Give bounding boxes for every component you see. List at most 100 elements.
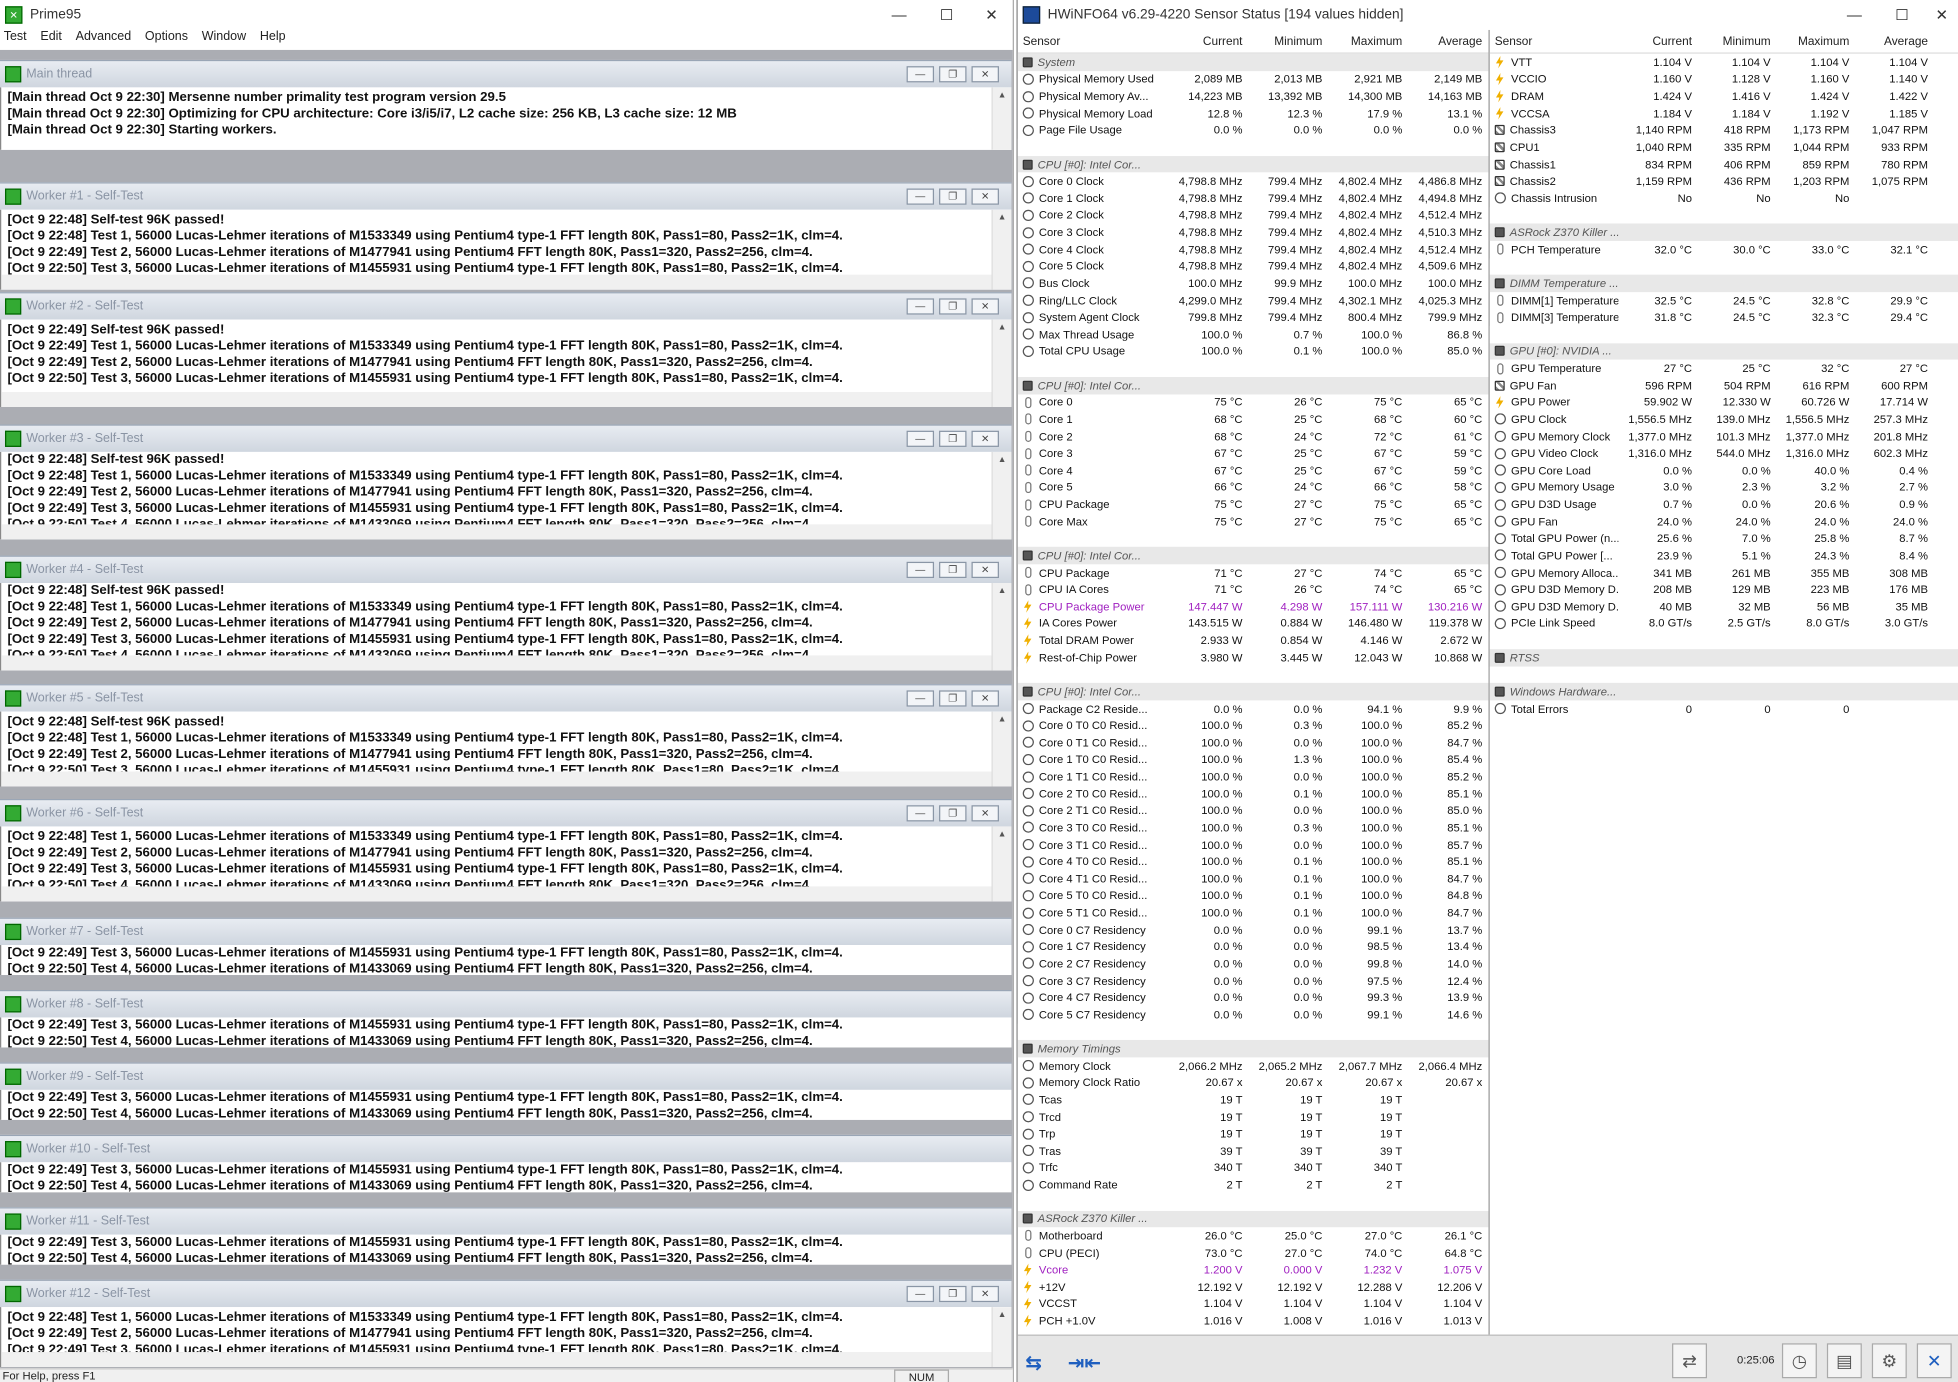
sensor-row[interactable]: Core 4 T1 C0 Resid... 100.0 % 0.1 % 100.0 %… — [1018, 870, 1489, 887]
sensor-row[interactable]: Trcd 19 T 19 T 19 T — [1018, 1108, 1489, 1125]
sensor-group-header[interactable]: ASRock Z370 Killer ... — [1017, 1210, 1489, 1228]
sensor-row[interactable]: CPU Package 71 °C 27 °C 74 °C 65 °C — [1018, 564, 1489, 581]
sensor-row[interactable]: Core 5 T0 C0 Resid... 100.0 % 0.1 % 100.0 %… — [1018, 887, 1489, 904]
sensor-row[interactable]: IA Cores Power 143.515 W 0.884 W 146.480 W 1… — [1018, 615, 1489, 632]
sensor-row[interactable]: Total Errors 0 0 0 — [1490, 700, 1958, 717]
worker-window[interactable]: Worker #8 - Self-Test [Oct 9 22:49] Test … — [0, 989, 1012, 1048]
sensor-row[interactable]: Trfc 340 T 340 T 340 T — [1018, 1159, 1489, 1176]
worker-titlebar[interactable]: Worker #7 - Self-Test — [0, 917, 1012, 946]
worker-titlebar[interactable]: Worker #5 - Self-Test — ❐ ✕ — [0, 684, 1012, 712]
column-header[interactable]: Sensor Current Minimum Maximum Average — [1489, 30, 1958, 54]
sensor-group-header[interactable]: ASRock Z370 Killer ... — [1489, 223, 1958, 241]
sensor-row[interactable]: Total DRAM Power 2.933 W 0.854 W 4.146 W 2.6… — [1018, 632, 1489, 649]
child-restore-icon[interactable]: ❐ — [939, 66, 967, 83]
sensor-row[interactable]: GPU D3D Usage 0.7 % 0.0 % 20.6 % 0.9 % — [1490, 496, 1958, 513]
sensor-row[interactable]: Memory Clock Ratio 20.67 x 20.67 x 20.67 x 2… — [1018, 1074, 1489, 1091]
sensor-row[interactable]: Core 4 T0 C0 Resid... 100.0 % 0.1 % 100.0 %… — [1018, 853, 1489, 870]
arrows-collapse-icon[interactable]: ⇥⇤ — [1068, 1351, 1101, 1376]
child-close-icon[interactable]: ✕ — [971, 298, 999, 315]
clock-icon[interactable]: ◷ — [1781, 1343, 1817, 1379]
worker-titlebar[interactable]: Worker #9 - Self-Test — [0, 1062, 1012, 1090]
sensor-row[interactable]: Core 5 T1 C0 Resid... 100.0 % 0.1 % 100.0 %… — [1018, 904, 1489, 921]
minimize-icon[interactable]: — — [1832, 0, 1877, 30]
sensor-row[interactable]: Core 5 66 °C 24 °C 66 °C 58 °C — [1018, 479, 1489, 496]
sensor-row[interactable]: GPU Fan 24.0 % 24.0 % 24.0 % 24.0 % — [1490, 513, 1958, 530]
child-close-icon[interactable]: ✕ — [971, 690, 999, 707]
sensor-row[interactable]: Core 1 T0 C0 Resid... 100.0 % 1.3 % 100.0 %… — [1018, 751, 1489, 768]
sensor-row[interactable]: Core 1 C7 Residency 0.0 % 0.0 % 98.5 % 13.4 … — [1018, 938, 1489, 955]
sensor-row[interactable]: Core 1 Clock 4,798.8 MHz 799.4 MHz 4,802.4 … — [1018, 190, 1489, 207]
sensor-row[interactable]: Physical Memory Av... 14,223 MB 13,392 MB 1… — [1018, 88, 1489, 105]
horizontal-scrollbar[interactable] — [1, 771, 992, 787]
sensor-row[interactable]: Core 2 T0 C0 Resid... 100.0 % 0.1 % 100.0 %… — [1018, 785, 1489, 802]
child-restore-icon[interactable]: ❐ — [939, 690, 967, 707]
vertical-scrollbar[interactable]: ▲ — [991, 583, 1012, 671]
worker-titlebar[interactable]: Worker #6 - Self-Test — ❐ ✕ — [0, 798, 1012, 827]
worker-titlebar[interactable]: Worker #3 - Self-Test — ❐ ✕ — [0, 424, 1012, 452]
sensor-row[interactable]: Core 0 C7 Residency 0.0 % 0.0 % 99.1 % 13.7 … — [1018, 921, 1489, 938]
maximize-icon[interactable]: ☐ — [1879, 0, 1924, 30]
vertical-scrollbar[interactable]: ▲ — [991, 451, 1012, 540]
child-restore-icon[interactable]: ❐ — [939, 298, 967, 315]
sensor-row[interactable]: Core 3 67 °C 25 °C 67 °C 59 °C — [1018, 445, 1489, 462]
sensor-group-header[interactable]: Memory Timings — [1017, 1040, 1489, 1058]
sensor-row[interactable]: Core 0 75 °C 26 °C 75 °C 65 °C — [1018, 394, 1489, 411]
sensor-row[interactable]: Core 0 T0 C0 Resid... 100.0 % 0.3 % 100.0 %… — [1018, 717, 1489, 734]
sensor-row[interactable]: Bus Clock 100.0 MHz 99.9 MHz 100.0 MHz 100.0… — [1018, 275, 1489, 292]
sensor-row[interactable]: Core 2 C7 Residency 0.0 % 0.0 % 99.8 % 14.0 … — [1018, 955, 1489, 972]
sensor-row[interactable]: Core 2 T1 C0 Resid... 100.0 % 0.0 % 100.0 %… — [1018, 802, 1489, 819]
sensor-row[interactable]: Core 5 C7 Residency 0.0 % 0.0 % 99.1 % 14.6 … — [1018, 1006, 1489, 1023]
sensor-row[interactable]: GPU Temperature 27 °C 25 °C 32 °C 27 °C — [1490, 360, 1958, 377]
worker-window[interactable]: Worker #4 - Self-Test — ❐ ✕ [Oct 9 22:48] Se… — [0, 555, 1012, 671]
column-maximum[interactable]: Maximum — [1327, 34, 1407, 48]
sensor-row[interactable]: DRAM 1.424 V 1.416 V 1.424 V 1.422 V — [1490, 88, 1958, 105]
hwinfo-titlebar[interactable]: HWiNFO64 v6.29-4220 Sensor Status [194 v… — [1018, 0, 1958, 30]
sensor-row[interactable]: CPU Package Power 147.447 W 4.298 W 157.111… — [1018, 598, 1489, 615]
sensor-row[interactable]: CPU Package 75 °C 27 °C 75 °C 65 °C — [1018, 496, 1489, 513]
sensor-group-header[interactable]: CPU [#0]: Intel Cor... — [1017, 683, 1489, 701]
close-icon[interactable]: ✕ — [969, 0, 1013, 30]
worker-window[interactable]: Worker #10 - Self-Test [Oct 9 22:49] Test… — [0, 1134, 1012, 1193]
worker-window[interactable]: Worker #2 - Self-Test — ❐ ✕ [Oct 9 22:49] Se… — [0, 292, 1012, 407]
sensor-row[interactable]: Core 3 T0 C0 Resid... 100.0 % 0.3 % 100.0 %… — [1018, 819, 1489, 836]
child-restore-icon[interactable]: ❐ — [939, 805, 967, 822]
sensor-pane-right[interactable]: Sensor Current Minimum Maximum Average VTT 1.1… — [1489, 30, 1958, 1335]
report-icon[interactable]: ▤ — [1826, 1343, 1862, 1379]
child-minimize-icon[interactable]: — — [906, 1285, 935, 1303]
sensor-row[interactable]: System Agent Clock 799.8 MHz 799.4 MHz 800.… — [1018, 309, 1489, 326]
child-minimize-icon[interactable]: — — [906, 188, 935, 205]
child-close-icon[interactable]: ✕ — [971, 430, 999, 447]
sensor-row[interactable]: Core 5 Clock 4,798.8 MHz 799.4 MHz 4,802.4 … — [1018, 258, 1489, 275]
worker-window[interactable]: Worker #6 - Self-Test — ❐ ✕ [Oct 9 22:48] Te… — [0, 798, 1012, 902]
horizontal-scrollbar[interactable] — [1, 274, 992, 290]
worker-window[interactable]: Worker #1 - Self-Test — ❐ ✕ [Oct 9 22:48] Se… — [0, 182, 1012, 290]
sensor-row[interactable]: Core 4 C7 Residency 0.0 % 0.0 % 99.3 % 13.9 … — [1018, 989, 1489, 1006]
sensor-row[interactable]: Core 0 T1 C0 Resid... 100.0 % 0.0 % 100.0 %… — [1018, 734, 1489, 751]
sensor-row[interactable]: Chassis1 834 RPM 406 RPM 859 RPM 780 RPM — [1490, 156, 1958, 173]
sensor-row[interactable]: Trp 19 T 19 T 19 T — [1018, 1125, 1489, 1142]
column-maximum[interactable]: Maximum — [1776, 34, 1855, 48]
sensor-row[interactable]: Core 4 Clock 4,798.8 MHz 799.4 MHz 4,802.4 … — [1018, 241, 1489, 258]
sensor-row[interactable]: GPU Power 59.902 W 12.330 W 60.726 W 17.714 … — [1490, 394, 1958, 411]
menu-item-help[interactable]: Help — [260, 30, 286, 50]
column-current[interactable]: Current — [1618, 34, 1697, 48]
sensor-row[interactable]: GPU D3D Memory D... 40 MB 32 MB 56 MB 35 MB — [1490, 598, 1958, 615]
menu-item-test[interactable]: Test — [4, 30, 27, 50]
column-minimum[interactable]: Minimum — [1247, 34, 1327, 48]
child-minimize-icon[interactable]: — — [906, 430, 935, 447]
sensor-row[interactable]: GPU Memory Clock 1,377.0 MHz 101.3 MHz 1,37… — [1490, 428, 1958, 445]
sensor-row[interactable]: Total GPU Power (n... 25.6 % 7.0 % 25.8 % 8.… — [1490, 530, 1958, 547]
sensor-group-header[interactable]: CPU [#0]: Intel Cor... — [1017, 155, 1489, 173]
menu-item-options[interactable]: Options — [145, 30, 188, 50]
sensor-row[interactable]: Chassis Intrusion No No No — [1490, 190, 1958, 207]
column-sensor[interactable]: Sensor — [1018, 34, 1168, 48]
sensor-row[interactable]: Total GPU Power [... 23.9 % 5.1 % 24.3 % 8.4… — [1490, 547, 1958, 564]
vertical-scrollbar[interactable]: ▲ — [991, 319, 1012, 407]
sensor-row[interactable]: CPU IA Cores 71 °C 26 °C 74 °C 65 °C — [1018, 581, 1489, 598]
sensor-row[interactable]: Core 0 Clock 4,798.8 MHz 799.4 MHz 4,802.4 … — [1018, 173, 1489, 190]
horizontal-scrollbar[interactable] — [1, 1352, 992, 1368]
sensor-row[interactable]: Physical Memory Used 2,089 MB 2,013 MB 2,92… — [1018, 71, 1489, 88]
settings-icon[interactable]: ⚙ — [1871, 1343, 1907, 1379]
sensor-row[interactable]: Physical Memory Load 12.8 % 12.3 % 17.9 % 13… — [1018, 105, 1489, 122]
column-header[interactable]: Sensor Current Minimum Maximum Average — [1017, 30, 1489, 54]
